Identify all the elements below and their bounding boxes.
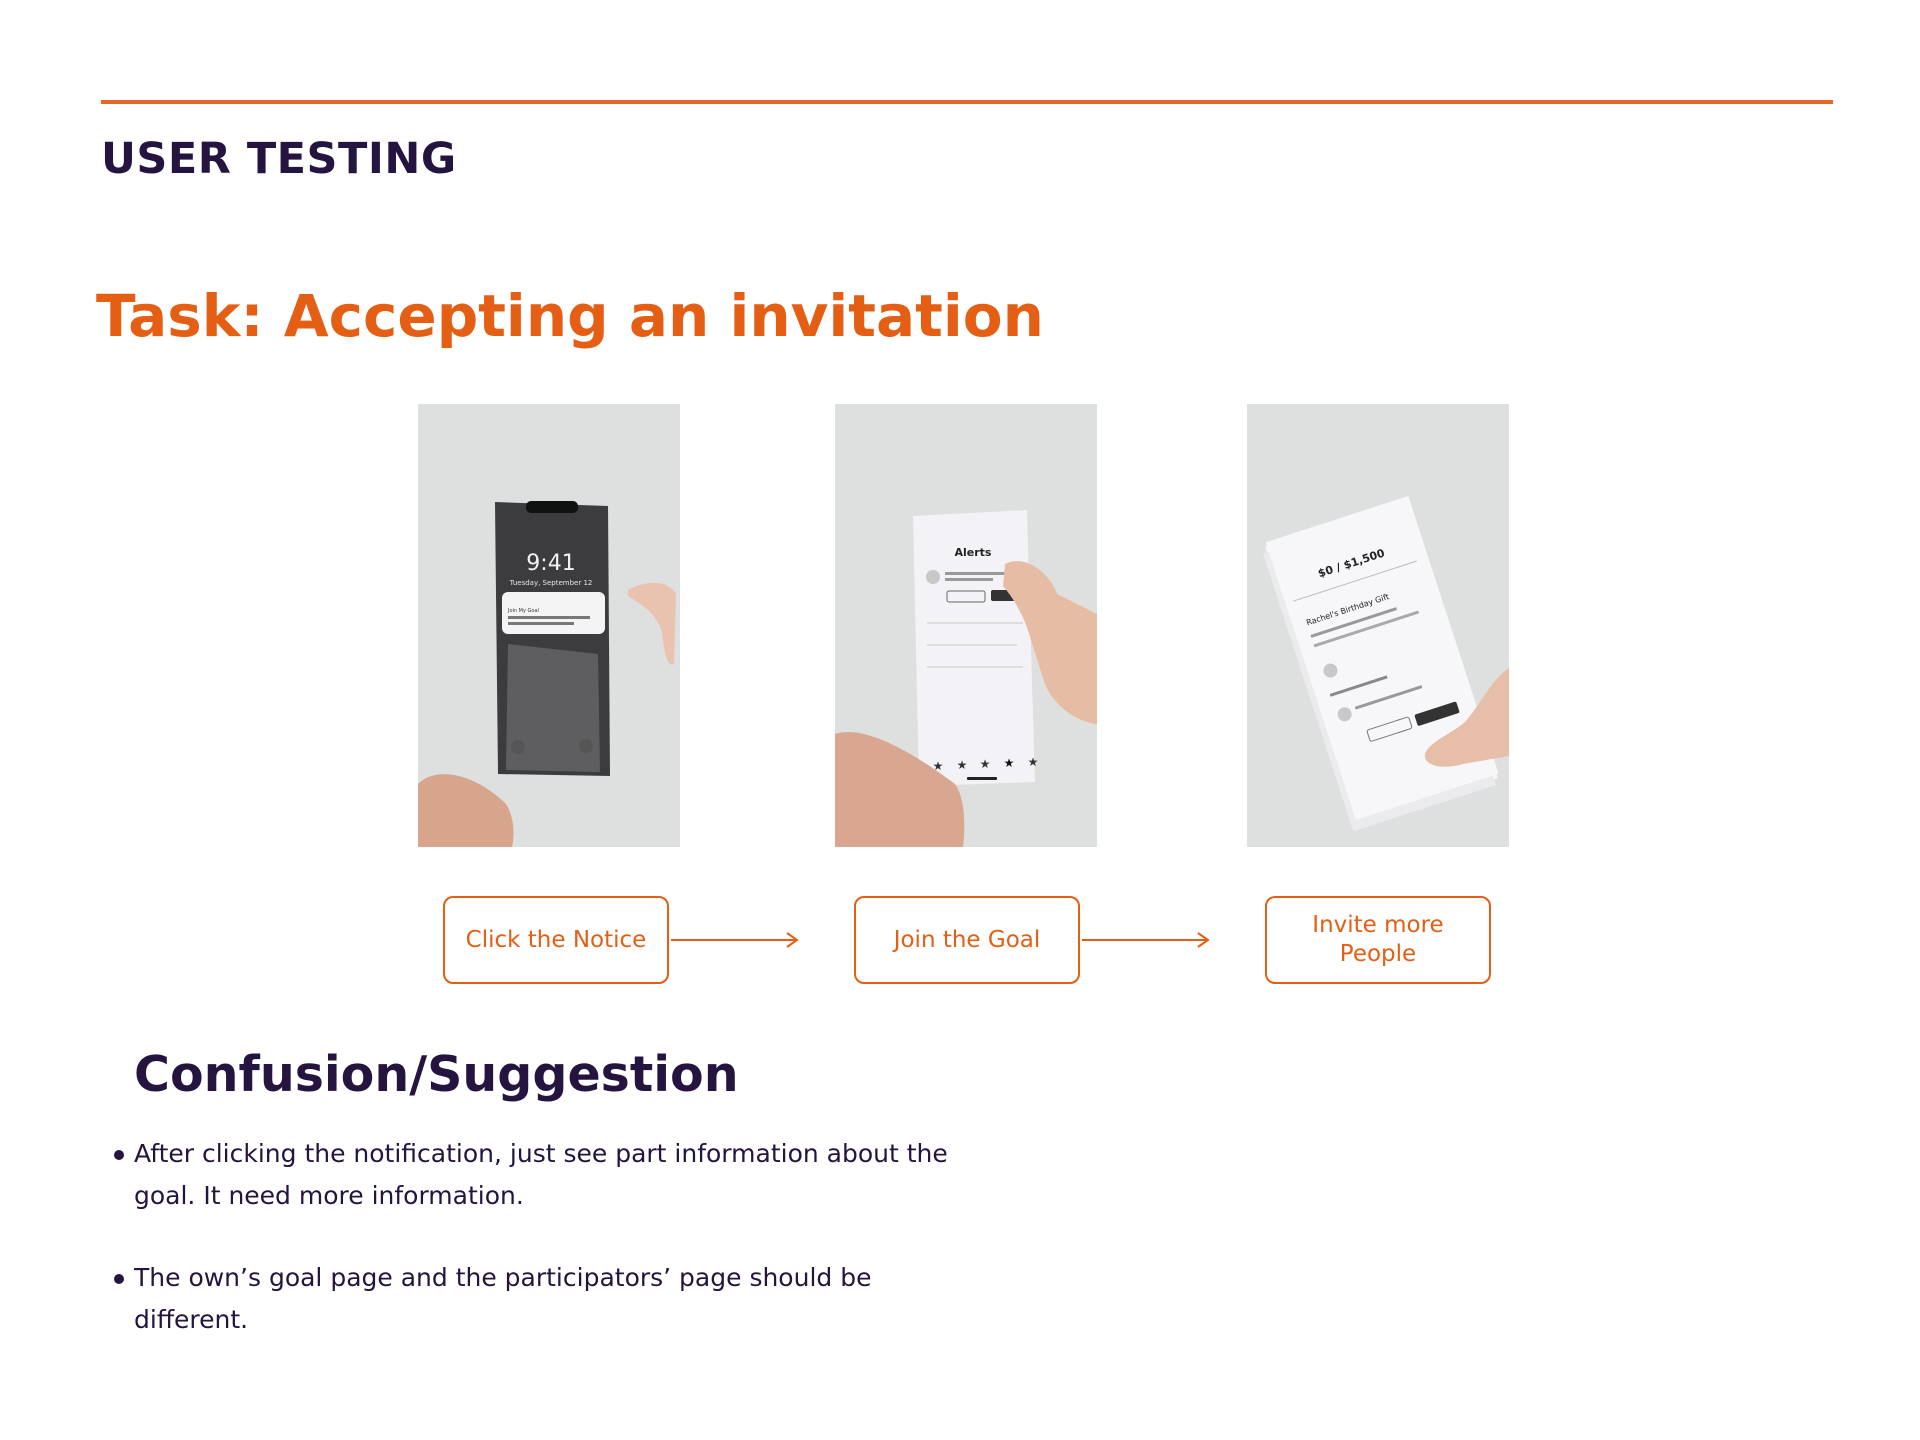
step-label-line1: Invite more bbox=[1312, 912, 1444, 938]
alerts-heading: Alerts bbox=[955, 546, 992, 559]
lock-screen-time: 9:41 bbox=[526, 551, 575, 576]
bullet-text-line: goal. It need more information. bbox=[134, 1181, 524, 1210]
step-label-line2: People bbox=[1339, 941, 1417, 967]
arrow-right-icon bbox=[671, 932, 799, 948]
arrow-right-icon bbox=[1082, 932, 1210, 948]
svg-text:★: ★ bbox=[957, 758, 968, 772]
photo-goal-screen: $0 / $1,500 Rachel's Birthday Gift bbox=[1247, 404, 1509, 847]
bullet-text-line: The own’s goal page and the participator… bbox=[134, 1263, 872, 1334]
step-join-the-goal: Join the Goal bbox=[854, 896, 1080, 984]
step-label: Join the Goal bbox=[893, 926, 1041, 953]
bullet-item: The own’s goal page and the participator… bbox=[112, 1257, 972, 1341]
lock-screen-notice: Join My Goal bbox=[507, 608, 539, 614]
step-label: Click the Notice bbox=[465, 926, 647, 953]
bullet-dot-icon bbox=[114, 1274, 124, 1284]
svg-text:★: ★ bbox=[980, 757, 991, 771]
lock-screen-date: Tuesday, September 12 bbox=[509, 579, 593, 587]
photo-alerts-screen: Alerts ★ ★ ★ ★ ★ bbox=[835, 404, 1097, 847]
bullet-text-line: After clicking the notification, just se… bbox=[134, 1139, 948, 1168]
section-title: USER TESTING bbox=[101, 134, 457, 184]
task-title: Task: Accepting an invitation bbox=[96, 282, 1044, 350]
bullet-dot-icon bbox=[114, 1150, 124, 1160]
svg-text:★: ★ bbox=[1028, 755, 1039, 769]
photo-lock-screen: 9:41 Tuesday, September 12 Join My Goal bbox=[418, 404, 680, 847]
bullet-list: After clicking the notification, just se… bbox=[112, 1133, 972, 1381]
step-invite-more-people: Invite more People bbox=[1265, 896, 1491, 984]
confusion-title: Confusion/Suggestion bbox=[134, 1046, 739, 1103]
bullet-item: After clicking the notification, just se… bbox=[112, 1133, 972, 1217]
svg-text:★: ★ bbox=[1004, 756, 1015, 770]
step-click-the-notice: Click the Notice bbox=[443, 896, 669, 984]
header-rule bbox=[101, 100, 1833, 104]
